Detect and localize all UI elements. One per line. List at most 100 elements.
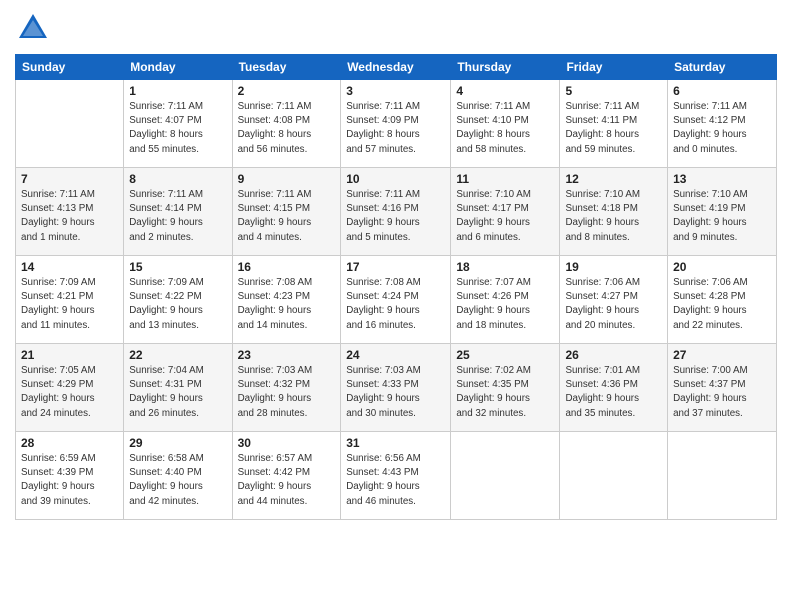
day-info: Sunrise: 7:11 AMSunset: 4:10 PMDaylight:… bbox=[456, 100, 554, 157]
day-number: 2 bbox=[238, 84, 336, 98]
day-number: 7 bbox=[21, 172, 118, 186]
day-number: 10 bbox=[346, 172, 445, 186]
day-number: 24 bbox=[346, 348, 445, 362]
day-number: 1 bbox=[129, 84, 226, 98]
day-number: 3 bbox=[346, 84, 445, 98]
day-info: Sunrise: 7:10 AMSunset: 4:17 PMDaylight:… bbox=[456, 188, 554, 245]
day-info: Sunrise: 7:11 AMSunset: 4:16 PMDaylight:… bbox=[346, 188, 445, 245]
day-info: Sunrise: 7:10 AMSunset: 4:19 PMDaylight:… bbox=[673, 188, 771, 245]
day-info: Sunrise: 7:09 AMSunset: 4:21 PMDaylight:… bbox=[21, 276, 118, 333]
day-cell: 29 Sunrise: 6:58 AMSunset: 4:40 PMDayligh… bbox=[124, 432, 232, 520]
day-number: 8 bbox=[129, 172, 226, 186]
day-cell bbox=[451, 432, 560, 520]
day-number: 11 bbox=[456, 172, 554, 186]
day-number: 5 bbox=[565, 84, 662, 98]
weekday-thursday: Thursday bbox=[451, 55, 560, 80]
day-cell: 11 Sunrise: 7:10 AMSunset: 4:17 PMDayligh… bbox=[451, 168, 560, 256]
day-cell: 28 Sunrise: 6:59 AMSunset: 4:39 PMDayligh… bbox=[16, 432, 124, 520]
day-number: 18 bbox=[456, 260, 554, 274]
day-cell: 24 Sunrise: 7:03 AMSunset: 4:33 PMDayligh… bbox=[341, 344, 451, 432]
weekday-header-row: SundayMondayTuesdayWednesdayThursdayFrid… bbox=[16, 55, 777, 80]
day-number: 25 bbox=[456, 348, 554, 362]
day-number: 21 bbox=[21, 348, 118, 362]
day-info: Sunrise: 7:05 AMSunset: 4:29 PMDaylight:… bbox=[21, 364, 118, 421]
day-cell: 26 Sunrise: 7:01 AMSunset: 4:36 PMDayligh… bbox=[560, 344, 668, 432]
day-number: 14 bbox=[21, 260, 118, 274]
week-row-3: 14 Sunrise: 7:09 AMSunset: 4:21 PMDayligh… bbox=[16, 256, 777, 344]
day-info: Sunrise: 7:03 AMSunset: 4:32 PMDaylight:… bbox=[238, 364, 336, 421]
page: SundayMondayTuesdayWednesdayThursdayFrid… bbox=[0, 0, 792, 612]
weekday-tuesday: Tuesday bbox=[232, 55, 341, 80]
week-row-4: 21 Sunrise: 7:05 AMSunset: 4:29 PMDayligh… bbox=[16, 344, 777, 432]
day-number: 23 bbox=[238, 348, 336, 362]
day-number: 26 bbox=[565, 348, 662, 362]
day-number: 9 bbox=[238, 172, 336, 186]
day-number: 20 bbox=[673, 260, 771, 274]
day-cell: 4Sunrise: 7:11 AMSunset: 4:10 PMDaylight… bbox=[451, 80, 560, 168]
day-cell bbox=[668, 432, 777, 520]
day-cell: 25Sunrise: 7:02 AMSunset: 4:35 PMDayligh… bbox=[451, 344, 560, 432]
day-info: Sunrise: 7:11 AMSunset: 4:07 PMDaylight:… bbox=[129, 100, 226, 157]
weekday-sunday: Sunday bbox=[16, 55, 124, 80]
day-info: Sunrise: 7:08 AMSunset: 4:23 PMDaylight:… bbox=[238, 276, 336, 333]
day-cell: 16 Sunrise: 7:08 AMSunset: 4:23 PMDayligh… bbox=[232, 256, 341, 344]
header bbox=[15, 10, 777, 46]
day-cell: 5Sunrise: 7:11 AMSunset: 4:11 PMDaylight… bbox=[560, 80, 668, 168]
day-info: Sunrise: 7:08 AMSunset: 4:24 PMDaylight:… bbox=[346, 276, 445, 333]
day-cell: 17 Sunrise: 7:08 AMSunset: 4:24 PMDayligh… bbox=[341, 256, 451, 344]
day-info: Sunrise: 7:03 AMSunset: 4:33 PMDaylight:… bbox=[346, 364, 445, 421]
day-number: 6 bbox=[673, 84, 771, 98]
weekday-saturday: Saturday bbox=[668, 55, 777, 80]
day-cell: 10 Sunrise: 7:11 AMSunset: 4:16 PMDayligh… bbox=[341, 168, 451, 256]
day-cell: 9 Sunrise: 7:11 AMSunset: 4:15 PMDaylight… bbox=[232, 168, 341, 256]
day-info: Sunrise: 7:09 AMSunset: 4:22 PMDaylight:… bbox=[129, 276, 226, 333]
day-info: Sunrise: 7:11 AMSunset: 4:08 PMDaylight:… bbox=[238, 100, 336, 157]
day-info: Sunrise: 7:11 AMSunset: 4:09 PMDaylight:… bbox=[346, 100, 445, 157]
day-info: Sunrise: 7:11 AMSunset: 4:12 PMDaylight:… bbox=[673, 100, 771, 157]
day-number: 16 bbox=[238, 260, 336, 274]
day-cell: 22Sunrise: 7:04 AMSunset: 4:31 PMDayligh… bbox=[124, 344, 232, 432]
logo bbox=[15, 10, 55, 46]
week-row-1: 1 Sunrise: 7:11 AMSunset: 4:07 PMDaylight… bbox=[16, 80, 777, 168]
day-number: 31 bbox=[346, 436, 445, 450]
logo-icon bbox=[15, 10, 51, 46]
day-info: Sunrise: 6:58 AMSunset: 4:40 PMDaylight:… bbox=[129, 452, 226, 509]
day-cell: 12Sunrise: 7:10 AMSunset: 4:18 PMDayligh… bbox=[560, 168, 668, 256]
day-cell: 1 Sunrise: 7:11 AMSunset: 4:07 PMDaylight… bbox=[124, 80, 232, 168]
day-cell: 20Sunrise: 7:06 AMSunset: 4:28 PMDayligh… bbox=[668, 256, 777, 344]
day-info: Sunrise: 6:56 AMSunset: 4:43 PMDaylight:… bbox=[346, 452, 445, 509]
day-cell bbox=[560, 432, 668, 520]
day-number: 15 bbox=[129, 260, 226, 274]
week-row-2: 7 Sunrise: 7:11 AMSunset: 4:13 PMDaylight… bbox=[16, 168, 777, 256]
day-cell: 3 Sunrise: 7:11 AMSunset: 4:09 PMDaylight… bbox=[341, 80, 451, 168]
day-number: 29 bbox=[129, 436, 226, 450]
day-cell: 14 Sunrise: 7:09 AMSunset: 4:21 PMDayligh… bbox=[16, 256, 124, 344]
day-info: Sunrise: 6:57 AMSunset: 4:42 PMDaylight:… bbox=[238, 452, 336, 509]
weekday-friday: Friday bbox=[560, 55, 668, 80]
day-info: Sunrise: 7:07 AMSunset: 4:26 PMDaylight:… bbox=[456, 276, 554, 333]
day-cell: 15 Sunrise: 7:09 AMSunset: 4:22 PMDayligh… bbox=[124, 256, 232, 344]
day-cell: 23 Sunrise: 7:03 AMSunset: 4:32 PMDayligh… bbox=[232, 344, 341, 432]
day-info: Sunrise: 7:11 AMSunset: 4:15 PMDaylight:… bbox=[238, 188, 336, 245]
day-number: 17 bbox=[346, 260, 445, 274]
day-info: Sunrise: 7:11 AMSunset: 4:13 PMDaylight:… bbox=[21, 188, 118, 245]
day-number: 30 bbox=[238, 436, 336, 450]
day-number: 22 bbox=[129, 348, 226, 362]
day-number: 12 bbox=[565, 172, 662, 186]
day-info: Sunrise: 7:00 AMSunset: 4:37 PMDaylight:… bbox=[673, 364, 771, 421]
day-cell: 21 Sunrise: 7:05 AMSunset: 4:29 PMDayligh… bbox=[16, 344, 124, 432]
weekday-monday: Monday bbox=[124, 55, 232, 80]
day-number: 13 bbox=[673, 172, 771, 186]
day-cell bbox=[16, 80, 124, 168]
day-cell: 27 Sunrise: 7:00 AMSunset: 4:37 PMDayligh… bbox=[668, 344, 777, 432]
day-cell: 19Sunrise: 7:06 AMSunset: 4:27 PMDayligh… bbox=[560, 256, 668, 344]
day-cell: 8Sunrise: 7:11 AMSunset: 4:14 PMDaylight… bbox=[124, 168, 232, 256]
day-cell: 7 Sunrise: 7:11 AMSunset: 4:13 PMDaylight… bbox=[16, 168, 124, 256]
calendar-table: SundayMondayTuesdayWednesdayThursdayFrid… bbox=[15, 54, 777, 520]
day-info: Sunrise: 6:59 AMSunset: 4:39 PMDaylight:… bbox=[21, 452, 118, 509]
day-number: 27 bbox=[673, 348, 771, 362]
day-info: Sunrise: 7:01 AMSunset: 4:36 PMDaylight:… bbox=[565, 364, 662, 421]
day-number: 28 bbox=[21, 436, 118, 450]
day-cell: 6 Sunrise: 7:11 AMSunset: 4:12 PMDaylight… bbox=[668, 80, 777, 168]
week-row-5: 28 Sunrise: 6:59 AMSunset: 4:39 PMDayligh… bbox=[16, 432, 777, 520]
